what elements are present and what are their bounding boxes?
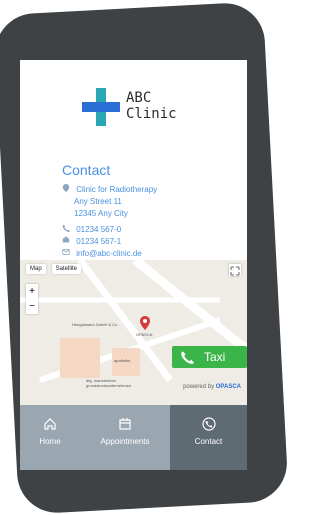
taxi-phone-icon xyxy=(181,351,194,364)
powered-by-brand: OPASCA xyxy=(215,384,241,390)
map-label-1: Hengstmann GmbH & Co xyxy=(72,322,118,327)
tab-home[interactable]: Home xyxy=(20,405,80,470)
address-line-2: Any Street 11 xyxy=(74,197,122,206)
tab-appointments-label: Appointments xyxy=(100,437,150,446)
map-widget[interactable]: Map Satellite + − Hengstmann GmbH & Co O… xyxy=(20,260,247,405)
email-address: info@abc-clinic.de xyxy=(76,249,142,258)
fax-row: 01234 567-1 xyxy=(62,236,121,248)
contact-phone-icon xyxy=(201,417,216,431)
contact-section: Contact Clinic for Radiotherapy Any Stre… xyxy=(20,150,247,260)
zoom-control: + − xyxy=(26,284,38,314)
powered-by: powered by OPASCA xyxy=(183,384,241,390)
phone-row[interactable]: 01234 567-0 xyxy=(62,224,121,236)
logo-line-1: ABC xyxy=(126,90,152,106)
fax-number: 01234 567-1 xyxy=(76,237,122,246)
fax-icon xyxy=(62,236,70,244)
map-label-2: OPASCA xyxy=(136,332,153,337)
address-line-1: Clinic for Radiotherapy xyxy=(76,185,158,194)
bottom-tab-bar: Home Appointments Contact xyxy=(20,405,247,470)
phone-icon xyxy=(62,224,70,232)
email-row[interactable]: info@abc-clinic.de xyxy=(62,248,142,260)
map-tab-satellite[interactable]: Satellite xyxy=(51,264,82,274)
map-tab-map[interactable]: Map xyxy=(26,264,46,274)
map-type-tabs: Map Satellite xyxy=(26,264,82,274)
tab-contact-label: Contact xyxy=(194,437,223,446)
map-label-4: dtg. mannheimer grundstucksunternehmen xyxy=(86,378,132,388)
fullscreen-button[interactable] xyxy=(229,264,241,276)
fullscreen-icon xyxy=(230,266,240,276)
taxi-label: Taxi xyxy=(204,350,226,364)
zoom-in-button[interactable]: + xyxy=(26,284,38,299)
zoom-out-button[interactable]: − xyxy=(26,299,38,314)
tab-contact[interactable]: Contact xyxy=(170,405,247,470)
email-icon xyxy=(62,248,70,256)
powered-by-prefix: powered by xyxy=(183,384,215,390)
address-block[interactable]: Clinic for Radiotherapy Any Street 11 12… xyxy=(62,184,157,220)
location-pin-icon xyxy=(62,184,70,192)
tab-appointments[interactable]: Appointments xyxy=(80,405,170,470)
header: ABC Clinic xyxy=(20,60,247,151)
phone-number: 01234 567-0 xyxy=(76,225,122,234)
calendar-icon xyxy=(119,418,131,430)
address-line-3: 12345 Any City xyxy=(74,209,128,218)
location-marker-icon xyxy=(140,316,150,330)
map-label-3: apotheke xyxy=(114,358,131,363)
clinic-logo-text: ABC Clinic xyxy=(126,90,177,122)
contact-title: Contact xyxy=(62,162,111,178)
taxi-button[interactable]: Taxi xyxy=(172,346,247,368)
clinic-logo-icon xyxy=(82,88,120,126)
logo-line-2: Clinic xyxy=(126,106,177,122)
app-screen: ABC Clinic Contact Clinic for Radiothera… xyxy=(20,60,247,470)
tab-home-label: Home xyxy=(39,437,61,446)
home-icon xyxy=(44,418,56,430)
